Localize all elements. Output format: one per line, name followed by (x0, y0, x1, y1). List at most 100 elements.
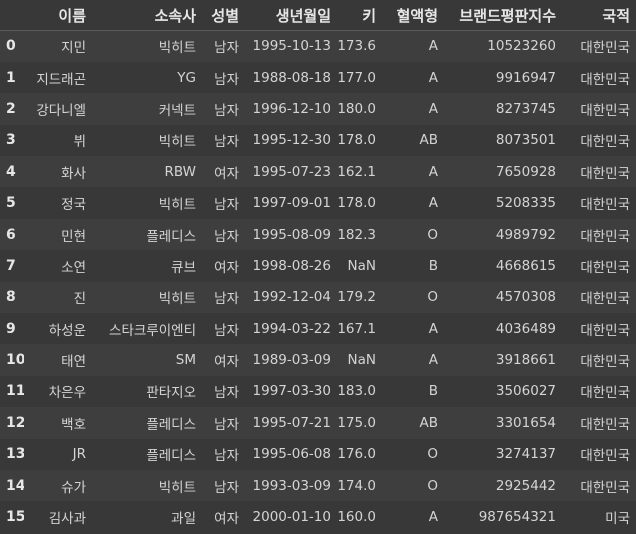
cell-birthdate: 1994-03-22 (252, 320, 331, 337)
cell-gender: 남자 (214, 385, 239, 402)
cell-blood-type: B (428, 257, 438, 274)
cell-name: 김사과 (48, 511, 86, 528)
cell-gender: 남자 (214, 291, 239, 308)
column-header-height: 키 (337, 0, 382, 31)
cell-brand-index: 9916947 (495, 69, 556, 86)
row-index: 1 (6, 69, 16, 86)
cell-height: 178.0 (337, 132, 376, 149)
cell-brand-index: 3918661 (495, 352, 556, 369)
cell-blood-type: O (427, 446, 438, 463)
cell-nationality: 대한민국 (580, 102, 630, 119)
dataframe-table: 이름 소속사 성별 생년월일 키 혈액형 브랜드평판지수 국적 0 지민 빅히트 남자… (0, 0, 636, 533)
cell-blood-type: O (427, 477, 438, 494)
cell-brand-index: 5208335 (495, 195, 556, 212)
table-row: 13 JR 플레디스 남자 1995-06-08 176.0 O 3274137 대한민국 (0, 439, 636, 470)
cell-height: 182.3 (337, 226, 376, 243)
cell-blood-type: AB (419, 132, 439, 149)
cell-height: 160.0 (337, 509, 376, 526)
cell-brand-index: 987654321 (478, 509, 556, 526)
cell-agency: 빅히트 (158, 40, 196, 57)
cell-gender: 남자 (214, 71, 239, 88)
cell-nationality: 대한민국 (580, 197, 630, 214)
cell-nationality: 대한민국 (580, 479, 630, 496)
cell-gender: 남자 (214, 479, 239, 496)
cell-birthdate: 1993-03-09 (252, 477, 331, 494)
column-header-name: 이름 (24, 0, 92, 31)
cell-blood-type: A (428, 352, 438, 369)
cell-nationality: 대한민국 (580, 134, 630, 151)
table-row: 15 김사과 과일 여자 2000-01-10 160.0 A 987654321 미국 (0, 501, 636, 532)
cell-height: 178.0 (337, 195, 376, 212)
cell-birthdate: 1996-12-10 (252, 100, 331, 117)
table-body: 0 지민 빅히트 남자 1995-10-13 173.6 A 10523260 대한민국 1 지드래… (0, 30, 636, 533)
row-index: 8 (6, 289, 16, 306)
cell-name: 지민 (61, 40, 86, 57)
cell-brand-index: 7650928 (495, 163, 556, 180)
cell-gender: 남자 (214, 102, 239, 119)
row-index: 2 (6, 100, 16, 117)
cell-birthdate: 1988-08-18 (252, 69, 331, 86)
table-row: 0 지민 빅히트 남자 1995-10-13 173.6 A 10523260 대한민국 (0, 30, 636, 62)
cell-birthdate: 2000-01-10 (252, 509, 331, 526)
cell-gender: 남자 (214, 322, 239, 339)
cell-agency: 스타크루이엔티 (109, 322, 196, 339)
cell-blood-type: A (428, 38, 438, 55)
cell-height: NaN (347, 257, 376, 274)
table-row: 7 소연 큐브 여자 1998-08-26 NaN B 4668615 대한민국 (0, 250, 636, 281)
table-row: 8 진 빅히트 남자 1992-12-04 179.2 O 4570308 대한민국 (0, 281, 636, 314)
index-header (0, 0, 24, 31)
cell-gender: 남자 (214, 448, 239, 465)
cell-agency: 빅히트 (158, 291, 196, 308)
cell-height: 179.2 (337, 289, 376, 306)
cell-gender: 남자 (214, 416, 239, 433)
cell-name: 슈가 (61, 479, 86, 496)
cell-name: 강다니엘 (36, 102, 86, 119)
cell-height: 175.0 (337, 414, 376, 431)
cell-gender: 여자 (214, 354, 239, 371)
cell-nationality: 대한민국 (580, 71, 630, 88)
cell-agency: 큐브 (171, 259, 196, 276)
cell-brand-index: 3506027 (495, 383, 556, 400)
cell-brand-index: 8273745 (495, 100, 556, 117)
cell-agency: 커넥트 (158, 102, 196, 119)
cell-height: 174.0 (337, 477, 376, 494)
column-header-blood-type: 혈액형 (382, 0, 444, 31)
cell-birthdate: 1998-08-26 (252, 257, 331, 274)
cell-nationality: 대한민국 (580, 448, 630, 465)
cell-name: 백호 (61, 416, 86, 433)
cell-agency: 빅히트 (158, 197, 196, 214)
cell-height: 173.6 (337, 38, 376, 55)
row-index: 13 (6, 446, 24, 463)
cell-height: 176.0 (337, 446, 376, 463)
cell-height: 162.1 (337, 163, 376, 180)
cell-height: NaN (347, 352, 376, 369)
row-index: 7 (6, 257, 16, 274)
cell-name: JR (72, 446, 86, 463)
column-header-birthdate: 생년월일 (245, 0, 337, 31)
cell-nationality: 대한민국 (580, 228, 630, 245)
cell-agency: 빅히트 (158, 134, 196, 151)
cell-nationality: 대한민국 (580, 354, 630, 371)
cell-birthdate: 1995-08-09 (252, 226, 331, 243)
row-index: 4 (6, 163, 16, 180)
column-header-gender: 성별 (202, 0, 245, 31)
cell-name: 소연 (61, 259, 86, 276)
column-header-brand-index: 브랜드평판지수 (444, 0, 562, 31)
table-row: 6 민현 플레디스 남자 1995-08-09 182.3 O 4989792 대한민국 (0, 218, 636, 251)
cell-gender: 여자 (214, 259, 239, 276)
cell-blood-type: A (428, 320, 438, 337)
header-row: 이름 소속사 성별 생년월일 키 혈액형 브랜드평판지수 국적 (0, 0, 636, 31)
cell-name: 태연 (61, 354, 86, 371)
cell-brand-index: 4036489 (495, 320, 556, 337)
cell-gender: 남자 (214, 134, 239, 151)
cell-birthdate: 1992-12-04 (252, 289, 331, 306)
cell-agency: 판타지오 (146, 385, 196, 402)
cell-agency: 과일 (171, 511, 196, 528)
cell-nationality: 대한민국 (580, 291, 630, 308)
table-row: 14 슈가 빅히트 남자 1993-03-09 174.0 O 2925442 대한민국 (0, 469, 636, 502)
cell-nationality: 대한민국 (580, 165, 630, 182)
cell-blood-type: A (428, 509, 438, 526)
cell-name: 정국 (61, 197, 86, 214)
cell-brand-index: 4989792 (495, 226, 556, 243)
cell-nationality: 대한민국 (580, 416, 630, 433)
